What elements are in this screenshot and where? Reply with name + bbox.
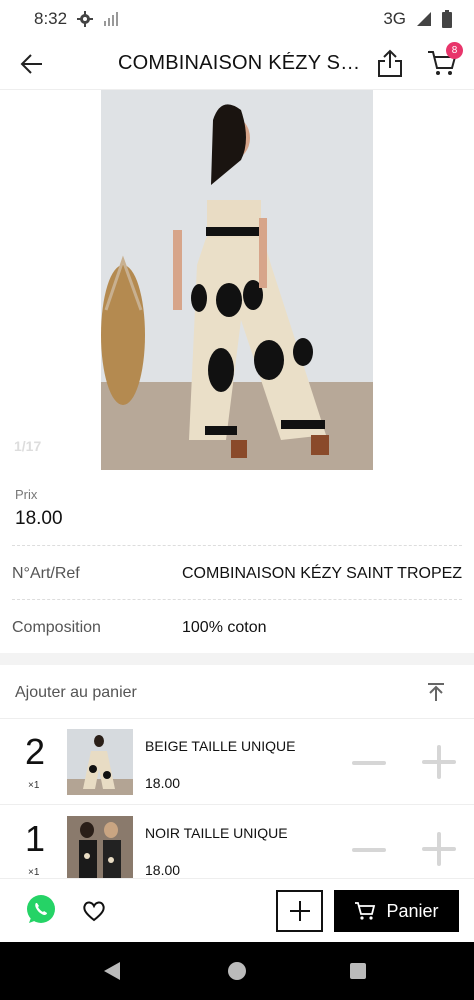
heart-icon[interactable]	[81, 898, 107, 924]
price-value: 18.00	[15, 508, 63, 529]
status-time: 8:32	[34, 9, 68, 28]
variant-quantity: 2	[24, 731, 46, 772]
product-photo-illustration	[101, 90, 373, 470]
scroll-to-top-icon[interactable]	[426, 682, 446, 702]
ref-value: COMBINAISON KÉZY SAINT TROPEZ	[182, 565, 463, 582]
ref-label: N°Art/Ref	[12, 565, 80, 582]
nav-home-icon[interactable]	[228, 962, 246, 980]
add-to-cart-label: Ajouter au panier	[15, 684, 137, 701]
cart-button-label: Panier	[386, 900, 439, 921]
add-to-cart-button[interactable]	[276, 890, 323, 932]
cart-icon	[355, 902, 376, 920]
bottom-action-bar: Panier	[0, 878, 474, 942]
divider	[12, 545, 462, 546]
share-icon[interactable]	[376, 48, 404, 78]
nav-recent-apps-icon[interactable]	[350, 963, 366, 979]
status-bar: 8:32 3G	[0, 0, 474, 38]
variant-price: 18.00	[145, 862, 181, 878]
increase-quantity-button[interactable]	[422, 832, 456, 866]
variant-thumbnail	[67, 729, 133, 795]
section-separator	[0, 653, 474, 665]
whatsapp-icon[interactable]	[25, 894, 57, 926]
signal-icon	[417, 12, 431, 26]
system-nav-bar	[0, 942, 474, 1000]
decrease-quantity-button[interactable]	[352, 761, 386, 765]
increase-quantity-button[interactable]	[422, 745, 456, 779]
network-type: 3G	[383, 9, 406, 28]
signal-off-icon	[104, 12, 119, 26]
variant-name: NOIR TAILLE UNIQUE	[145, 825, 288, 841]
composition-label: Composition	[12, 619, 101, 636]
variant-name: BEIGE TAILLE UNIQUE	[145, 738, 296, 754]
image-counter: 1/17	[14, 438, 42, 454]
variant-price: 18.00	[145, 775, 181, 791]
product-image[interactable]	[101, 90, 373, 470]
variant-multiplier: ×1	[28, 780, 40, 791]
battery-icon	[442, 10, 452, 28]
variant-row: 2 ×1 BEIGE TAILLE UNIQUE 18.00	[0, 719, 474, 805]
cart-button[interactable]: Panier	[334, 890, 459, 932]
divider	[12, 599, 462, 600]
decrease-quantity-button[interactable]	[352, 848, 386, 852]
app-bar: COMBINAISON KÉZY SA...	[0, 38, 474, 90]
price-label: Prix	[15, 487, 38, 502]
back-arrow-icon[interactable]	[18, 50, 46, 78]
composition-value: 100% coton	[182, 619, 267, 636]
gear-icon	[77, 11, 94, 27]
variant-quantity: 1	[24, 818, 46, 859]
nav-back-icon[interactable]	[104, 962, 120, 980]
variant-multiplier: ×1	[28, 867, 40, 878]
cart-count-badge: 8	[446, 42, 463, 59]
variant-thumbnail	[67, 816, 133, 882]
page-title: COMBINAISON KÉZY SA...	[118, 52, 368, 74]
